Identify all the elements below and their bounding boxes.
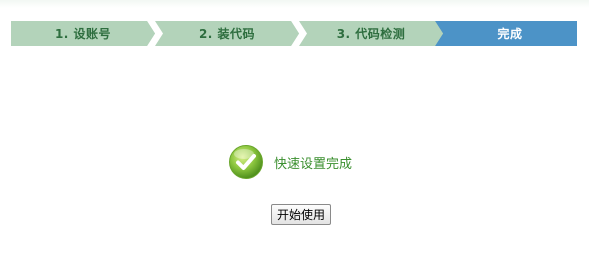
step-1: 1. 设账号 — [11, 21, 155, 46]
step-separator-icon — [435, 21, 451, 46]
top-divider — [0, 0, 589, 8]
step-2: 2. 装代码 — [155, 21, 299, 46]
check-circle-icon — [229, 145, 263, 179]
step-4-label: 完成 — [497, 27, 523, 41]
step-3-label: 3. 代码检测 — [336, 27, 406, 41]
progress-steps: 1. 设账号 2. 装代码 3. 代码检测 完成 — [11, 21, 577, 46]
step-separator-icon — [147, 21, 163, 46]
step-1-label: 1. 设账号 — [54, 27, 112, 41]
setup-complete-message: 快速设置完成 — [228, 144, 352, 180]
result-text: 快速设置完成 — [274, 156, 353, 172]
start-using-button[interactable]: 开始使用 — [271, 204, 331, 225]
step-2-label: 2. 装代码 — [198, 27, 256, 41]
step-4: 完成 — [443, 21, 577, 46]
step-3: 3. 代码检测 — [299, 21, 443, 46]
step-separator-icon — [291, 21, 307, 46]
